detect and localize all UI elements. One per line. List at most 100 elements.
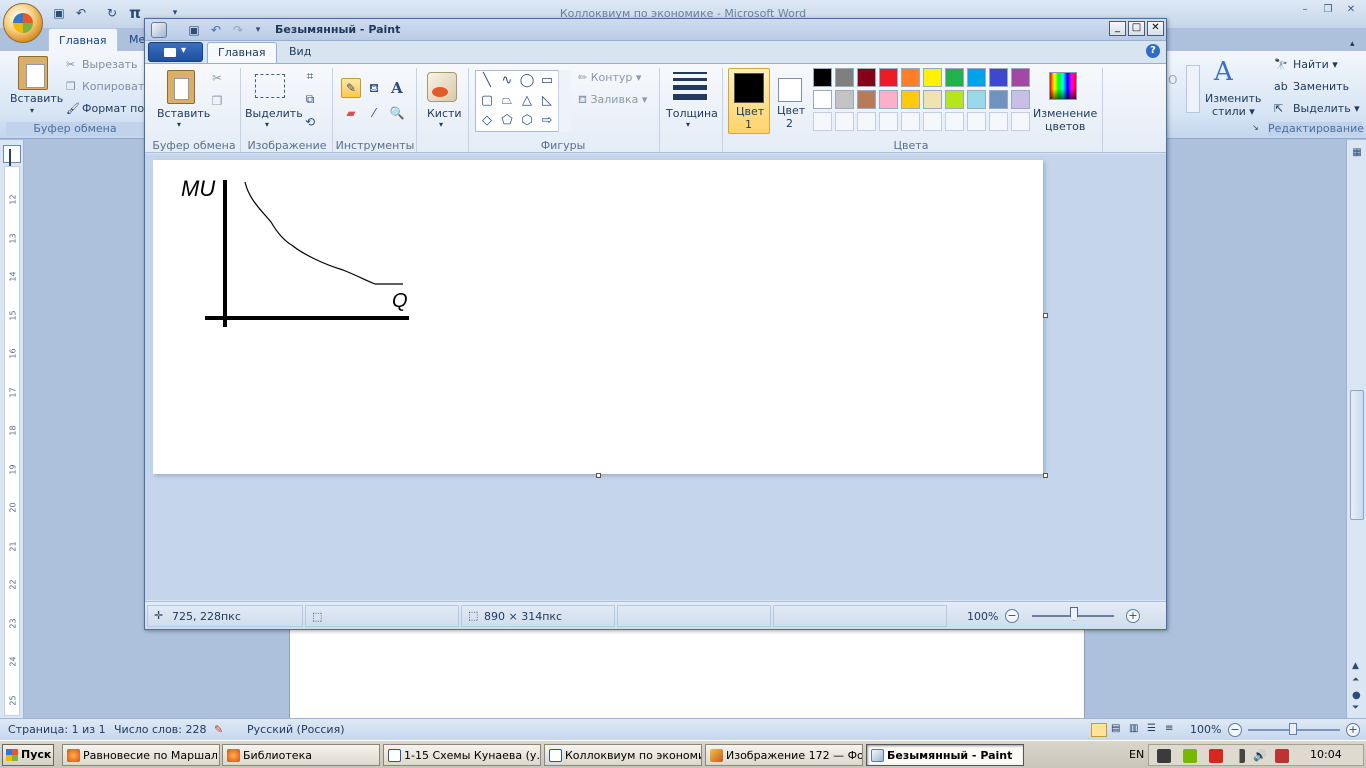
task-word-1[interactable]: 1-15 Схемы Кунаева (у...	[383, 744, 541, 766]
view-ruler-icon[interactable]: ▦	[1350, 147, 1364, 161]
paint-paste-dropdown-icon[interactable]: ▾	[177, 120, 181, 129]
zoom-in-icon[interactable]: +	[1346, 723, 1360, 737]
page-indicator[interactable]: Страница: 1 из 1	[8, 723, 106, 736]
magnifier-icon[interactable]: 🔍	[387, 103, 407, 123]
volume-icon[interactable]: 🔊	[1253, 749, 1267, 763]
thickness-icon[interactable]	[673, 72, 707, 100]
paint-redo-icon[interactable]: ↷	[231, 23, 245, 37]
language-indicator[interactable]: EN	[1129, 748, 1144, 761]
change-styles-button-line2[interactable]: стили ▾	[1212, 105, 1255, 118]
tab-selector-icon[interactable]	[3, 145, 21, 163]
find-button[interactable]: Найти ▾	[1293, 58, 1338, 71]
clock[interactable]: 10:04	[1310, 748, 1342, 761]
browse-object-icon[interactable]: ●	[1352, 690, 1361, 701]
palette-color-swatch[interactable]	[901, 90, 920, 109]
equation-icon[interactable]: π	[128, 6, 142, 21]
change-styles-button[interactable]: Изменить	[1205, 92, 1261, 105]
office-button[interactable]	[3, 3, 43, 43]
color1-button[interactable]: Цвет 1	[728, 68, 770, 134]
palette-empty-swatch[interactable]	[879, 112, 898, 131]
print-layout-view-icon[interactable]	[1091, 723, 1107, 737]
palette-color-swatch[interactable]	[1011, 68, 1030, 87]
palette-color-swatch[interactable]	[835, 90, 854, 109]
paint-copy-icon[interactable]: ❐	[207, 91, 227, 111]
crop-icon[interactable]: ⌗	[300, 66, 320, 86]
fill-dropdown[interactable]: ⛾ Заливка ▾	[578, 93, 647, 108]
palette-color-swatch[interactable]	[901, 68, 920, 87]
antivirus-icon[interactable]	[1209, 749, 1223, 763]
palette-color-swatch[interactable]	[967, 90, 986, 109]
rotate-icon[interactable]: ⟲	[300, 112, 320, 132]
palette-empty-swatch[interactable]	[1011, 112, 1030, 131]
drawing-canvas[interactable]: MU Q	[153, 160, 1043, 474]
replace-button[interactable]: Заменить	[1293, 80, 1349, 93]
full-screen-view-icon[interactable]: ▤	[1111, 723, 1120, 734]
network-icon[interactable]	[1231, 749, 1245, 763]
palette-color-swatch[interactable]	[923, 68, 942, 87]
paint-minimize-icon[interactable]: _	[1109, 21, 1126, 36]
styles-dialog-launcher-icon[interactable]: ↘	[1252, 123, 1259, 132]
select-button[interactable]: Выделить ▾	[1293, 102, 1360, 115]
language-indicator[interactable]: Русский (Россия)	[247, 723, 345, 736]
palette-color-swatch[interactable]	[835, 68, 854, 87]
palette-empty-swatch[interactable]	[945, 112, 964, 131]
polygon-shape-icon[interactable]: ⏢	[498, 93, 516, 109]
palette-color-swatch[interactable]	[879, 68, 898, 87]
zoom-out-icon[interactable]: −	[1228, 723, 1242, 737]
diamond-shape-icon[interactable]: ◇	[478, 113, 496, 129]
curve-shape-icon[interactable]: ∿	[498, 73, 516, 89]
thickness-dropdown-icon[interactable]: ▾	[686, 120, 690, 129]
document-page[interactable]	[289, 628, 1085, 718]
paint-undo-icon[interactable]: ↶	[209, 23, 223, 37]
line-shape-icon[interactable]: ╲	[478, 73, 496, 89]
alert-icon[interactable]	[1275, 749, 1289, 763]
resize-icon[interactable]: ⧉	[300, 89, 320, 109]
palette-empty-swatch[interactable]	[835, 112, 854, 131]
right-triangle-shape-icon[interactable]: ◺	[538, 93, 556, 109]
maximize-icon[interactable]: ❐	[1317, 2, 1339, 18]
next-page-icon[interactable]: ⏷	[1352, 703, 1359, 713]
prev-page-icon[interactable]: ⏶	[1352, 675, 1359, 685]
select-icon[interactable]	[255, 74, 285, 98]
pencil-icon[interactable]: ✎	[341, 78, 361, 98]
paste-dropdown-icon[interactable]: ▾	[30, 106, 34, 115]
thickness-button[interactable]: Толщина	[666, 107, 718, 120]
edit-colors-icon[interactable]	[1049, 72, 1077, 100]
palette-empty-swatch[interactable]	[989, 112, 1008, 131]
start-button[interactable]: Пуск	[2, 744, 54, 766]
text-tool-icon[interactable]: A	[387, 78, 407, 98]
arrow-shape-icon[interactable]: ⇨	[538, 113, 556, 129]
brushes-dropdown-icon[interactable]: ▾	[439, 120, 443, 129]
rounded-rect-shape-icon[interactable]: ▢	[478, 93, 496, 109]
change-styles-icon[interactable]: A	[1214, 57, 1233, 87]
palette-color-swatch[interactable]	[813, 90, 832, 109]
paint-maximize-icon[interactable]: □	[1128, 21, 1145, 36]
save-icon[interactable]: ▣	[52, 6, 66, 20]
help-icon[interactable]: ?	[1146, 44, 1160, 58]
task-word-2[interactable]: Коллоквиум по экономи...	[544, 744, 702, 766]
palette-color-swatch[interactable]	[923, 90, 942, 109]
rectangle-shape-icon[interactable]: ▭	[538, 73, 556, 89]
vertical-scrollbar[interactable]	[1346, 140, 1366, 718]
paste-icon[interactable]	[18, 56, 48, 90]
palette-color-swatch[interactable]	[1011, 90, 1030, 109]
oval-shape-icon[interactable]: ◯	[518, 73, 536, 89]
copy-button[interactable]: Копировать	[82, 80, 151, 93]
ribbon-collapse-icon[interactable]: ▴	[1350, 39, 1355, 49]
palette-empty-swatch[interactable]	[923, 112, 942, 131]
triangle-shape-icon[interactable]: △	[518, 93, 536, 109]
paint-zoom-thumb[interactable]	[1070, 607, 1078, 621]
pentagon-shape-icon[interactable]: ⬠	[498, 113, 516, 129]
task-image-viewer[interactable]: Изображение 172 — Фо...	[705, 744, 863, 766]
paint-tab-home[interactable]: Главная	[207, 42, 277, 63]
paint-titlebar[interactable]: ▣ ↶ ↷ ▾ Безымянный - Paint _ □ ✕	[145, 19, 1166, 41]
cut-button[interactable]: Вырезать	[82, 58, 137, 71]
palette-empty-swatch[interactable]	[857, 112, 876, 131]
color-picker-icon[interactable]: ⁄	[364, 103, 384, 123]
paint-paste-button[interactable]: Вставить	[157, 107, 210, 120]
select-dropdown-icon[interactable]: ▾	[265, 120, 269, 129]
palette-color-swatch[interactable]	[967, 68, 986, 87]
palette-color-swatch[interactable]	[945, 68, 964, 87]
palette-color-swatch[interactable]	[945, 90, 964, 109]
palette-color-swatch[interactable]	[989, 68, 1008, 87]
